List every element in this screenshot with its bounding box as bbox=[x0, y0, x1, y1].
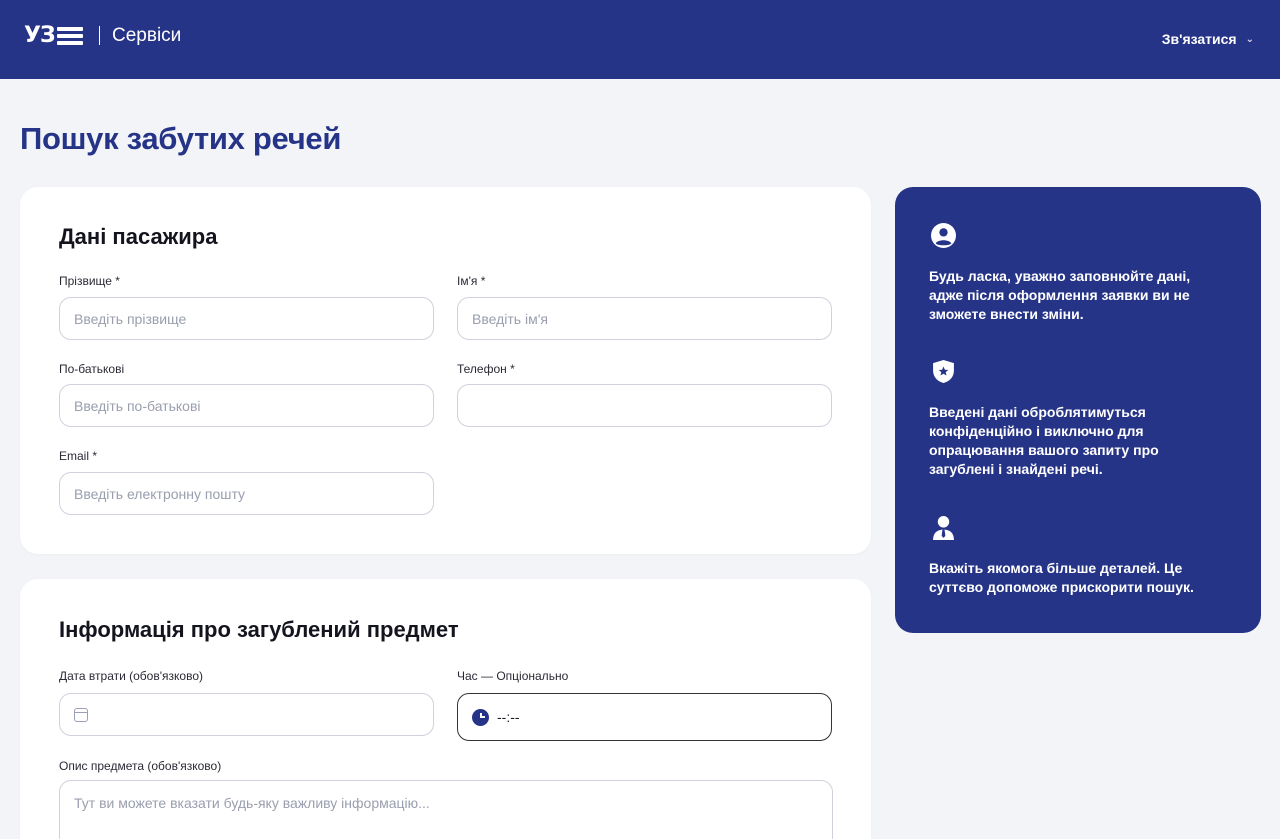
email-input[interactable]: Введіть електронну пошту bbox=[59, 472, 434, 515]
info-text-details: Вкажіть якомога більше деталей. Це суттє… bbox=[929, 560, 1194, 595]
calendar-icon bbox=[74, 707, 88, 722]
contact-label: Зв'язатися bbox=[1161, 31, 1237, 47]
contact-dropdown[interactable]: Зв'язатися ⌄ bbox=[1162, 31, 1254, 47]
time-label: Час — Опціонально bbox=[457, 669, 569, 683]
uz-logo[interactable]: УЗ bbox=[24, 25, 83, 47]
time-input[interactable]: --:-- bbox=[457, 693, 832, 741]
surname-label: Прізвище * bbox=[59, 274, 120, 288]
info-panel: Будь ласка, уважно заповнюйте дані, адже… bbox=[895, 187, 1261, 633]
top-navigation-bar: УЗ Сервіси Зв'язатися ⌄ bbox=[0, 0, 1280, 79]
passenger-section-title: Дані пасажира bbox=[59, 224, 218, 249]
phone-input[interactable] bbox=[457, 384, 832, 427]
name-input[interactable]: Введіть ім'я bbox=[457, 297, 832, 340]
time-value: --:-- bbox=[497, 709, 520, 725]
item-section-title: Інформація про загублений предмет bbox=[59, 617, 459, 642]
logo-stripes-icon bbox=[56, 27, 83, 45]
lost-item-card: Інформація про загублений предмет Дата в… bbox=[20, 579, 871, 839]
logo-text: УЗ bbox=[24, 23, 56, 48]
date-input[interactable] bbox=[59, 693, 434, 736]
passenger-data-card: Дані пасажира Прізвище * Введіть прізвищ… bbox=[20, 187, 871, 554]
name-label: Ім'я * bbox=[457, 274, 486, 288]
chevron-down-icon: ⌄ bbox=[1245, 33, 1254, 45]
email-label: Email * bbox=[59, 449, 98, 463]
patronymic-label: По-батькові bbox=[59, 362, 125, 376]
shield-star-icon bbox=[933, 360, 954, 383]
info-text-accuracy: Будь ласка, уважно заповнюйте дані, адже… bbox=[929, 268, 1191, 322]
logo-divider bbox=[99, 26, 100, 45]
patronymic-input[interactable]: Введіть по-батькові bbox=[59, 384, 434, 427]
description-label: Опис предмета (обов'язково) bbox=[59, 759, 222, 773]
surname-input[interactable]: Введіть прізвище bbox=[59, 297, 434, 340]
date-label: Дата втрати (обов'язково) bbox=[59, 669, 203, 683]
clock-icon bbox=[472, 708, 489, 726]
page-title: Пошук забутих речей bbox=[20, 121, 342, 156]
user-circle-icon bbox=[931, 223, 956, 248]
person-tie-icon bbox=[933, 516, 954, 540]
info-text-privacy: Введені дані оброблятимуться конфіденцій… bbox=[929, 404, 1159, 477]
phone-label: Телефон * bbox=[457, 362, 515, 376]
brand-subtitle[interactable]: Сервіси bbox=[112, 25, 181, 47]
description-textarea[interactable]: Тут ви можете вказати будь-яку важливу і… bbox=[59, 780, 833, 839]
